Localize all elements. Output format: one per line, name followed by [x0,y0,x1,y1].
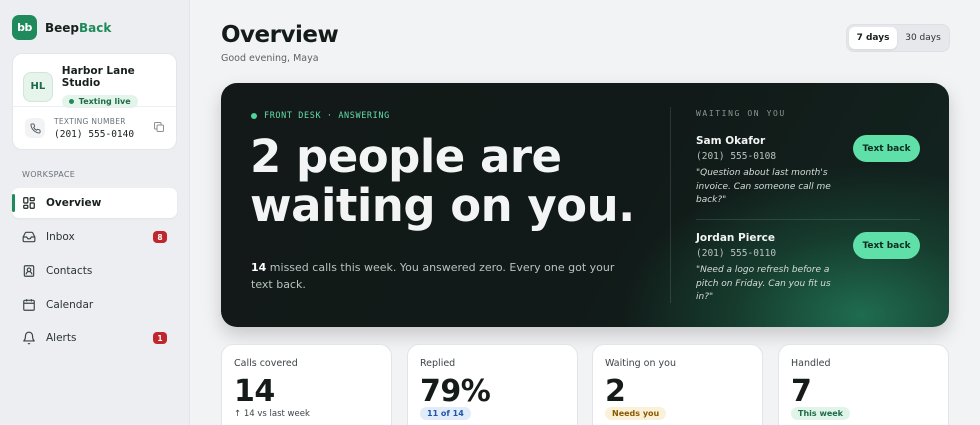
brand[interactable]: bb BeepBack [12,15,111,40]
brand-name: BeepBack [45,20,112,35]
text-back-button[interactable]: Text back [853,135,920,162]
bell-icon [23,331,35,345]
divider [13,106,176,107]
sidebar-item-label: Alerts [46,332,77,344]
contact-icon [23,265,35,277]
sidebar-item-overview[interactable]: Overview [12,188,177,218]
stat-trend: ↑ 14 vs last week [234,409,310,419]
stat-card-replied: Replied 79% 11 of 14 [407,344,578,425]
inbox-count-badge: 8 [153,231,167,243]
sidebar-item-contacts[interactable]: Contacts [12,256,177,286]
status-dot-icon [251,113,257,119]
range-7-days-button[interactable]: 7 days [849,27,897,49]
text-back-button[interactable]: Text back [853,232,920,259]
studio-name: Harbor Lane Studio [61,65,135,89]
range-toggle: 7 days 30 days [846,24,950,52]
range-30-days-button[interactable]: 30 days [899,27,947,49]
grid-icon [23,197,35,209]
stat-value: 2 [605,374,626,409]
stat-label: Replied [420,358,456,369]
sidebar-item-inbox[interactable]: Inbox 8 [12,222,177,252]
hero-divider [670,107,671,303]
stat-pill: This week [791,407,851,420]
texting-number: (201) 555-0140 [54,129,135,140]
sidebar-item-calendar[interactable]: Calendar [12,290,177,320]
greeting: Good evening, Maya [221,53,319,64]
page-title: Overview [221,22,339,48]
stat-pill: Needs you [605,407,667,420]
sidebar-item-label: Overview [46,197,102,209]
stat-label: Calls covered [234,358,298,369]
live-dot-icon [68,99,74,104]
stat-label: Waiting on you [605,358,676,369]
sidebar-item-label: Calendar [46,299,94,311]
caller-divider [696,219,920,220]
phone-icon [25,118,45,138]
studio-card: HL Harbor Lane Studio Texting live TEXTI… [12,53,177,150]
stat-value: 7 [791,374,812,409]
calendar-icon [23,299,35,311]
waiting-caller: Jordan Pierce (201) 555-0110 "Need a log… [696,232,920,305]
sidebar-item-alerts[interactable]: Alerts 1 [12,323,177,353]
stat-pill: 11 of 14 [420,407,471,420]
workspace-label: WORKSPACE [22,170,76,179]
hero-card: FRONT DESK · ANSWERING 2 people are wait… [221,83,949,327]
stat-card-waiting: Waiting on you 2 Needs you [592,344,763,425]
caller-message: "Question about last month's invoice. Ca… [696,168,831,205]
stat-label: Handled [791,358,831,369]
copy-icon[interactable] [153,121,165,133]
sidebar-item-label: Contacts [46,265,93,277]
stat-card-calls-covered: Calls covered 14 ↑ 14 vs last week [221,344,392,425]
caller-message: "Need a logo refresh before a pitch on F… [696,265,831,302]
studio-avatar: HL [23,71,53,102]
sidebar-item-label: Inbox [46,231,75,243]
waiting-caller: Sam Okafor (201) 555-0108 "Question abou… [696,135,920,208]
stat-card-handled: Handled 7 This week [778,344,949,425]
waiting-label: WAITING ON YOU [696,109,786,118]
sidebar: bb BeepBack HL Harbor Lane Studio Textin… [0,0,190,425]
stat-value: 14 [234,374,275,409]
hero-kicker: FRONT DESK · ANSWERING [251,111,390,121]
alerts-count-badge: 1 [153,332,167,344]
hero-summary: 14 missed calls this week. You answered … [251,261,615,292]
brand-logo: bb [12,15,37,40]
stat-value: 79% [420,374,491,409]
hero-headline: 2 people are waiting on you. [250,130,635,232]
inbox-icon [22,231,36,243]
texting-number-label: TEXTING NUMBER [54,117,126,126]
